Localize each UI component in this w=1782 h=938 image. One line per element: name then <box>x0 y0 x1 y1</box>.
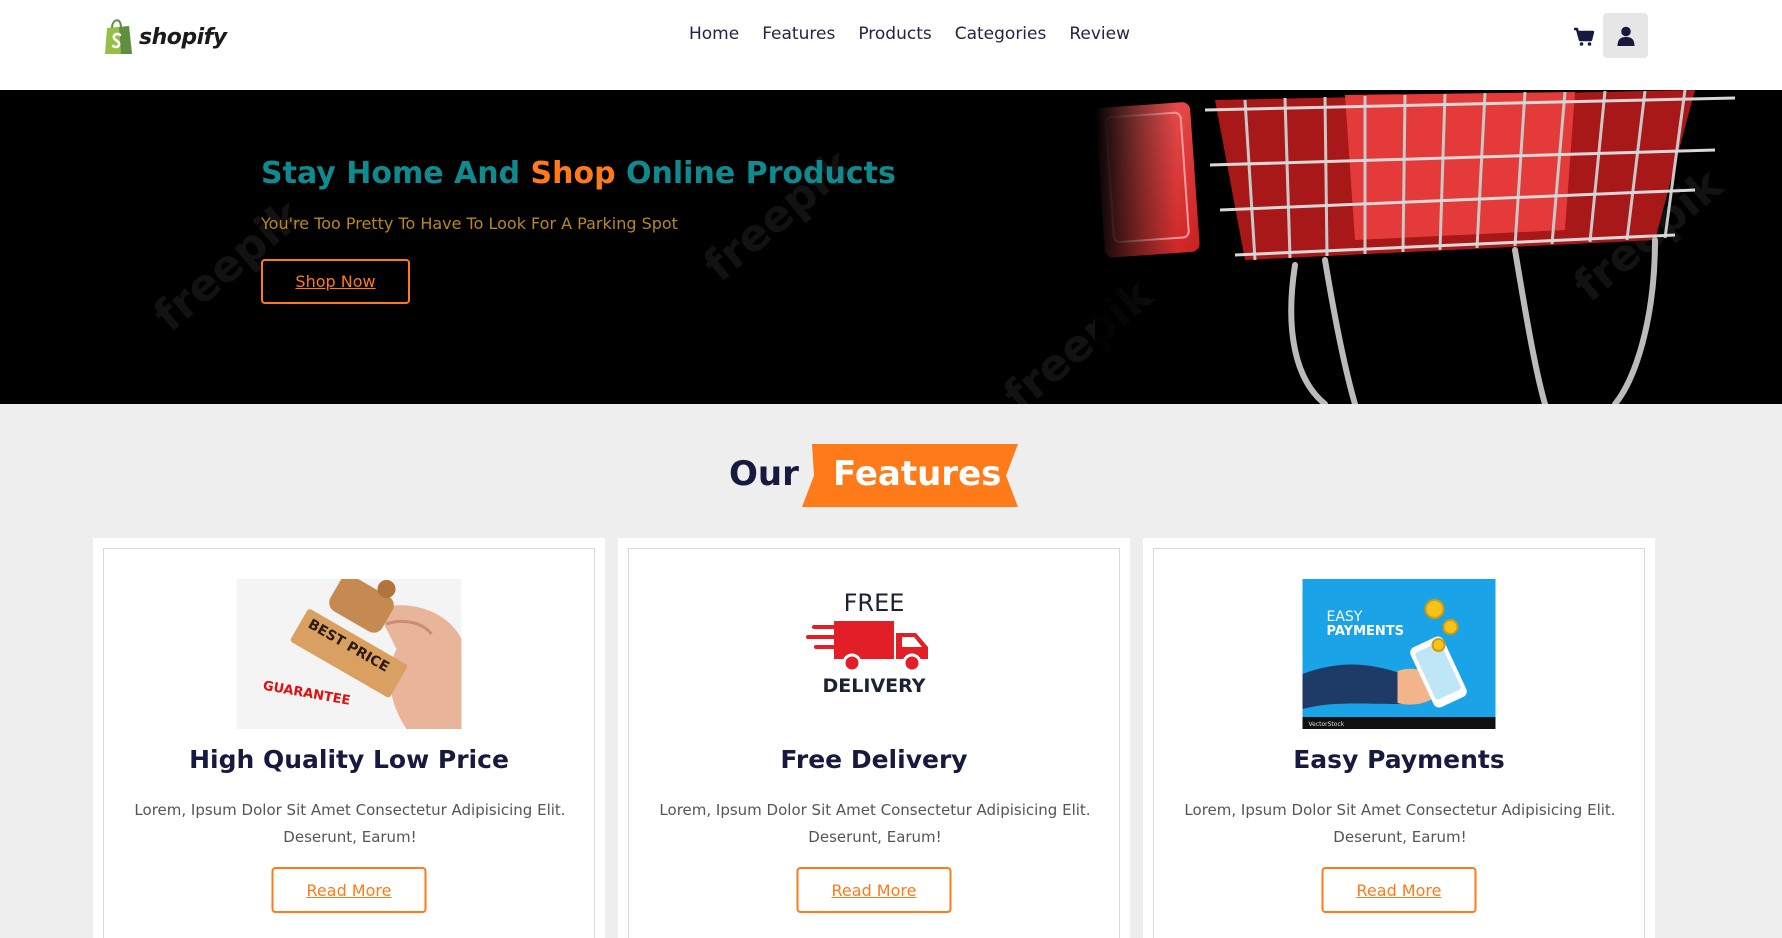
shopify-bag-icon <box>105 19 132 54</box>
vectorstock-label: VectorStock <box>1309 721 1345 728</box>
feature-card: FREE DELIVERY Free Delivery Lorem, Ipsum… <box>618 538 1130 938</box>
hero-banner: freepik freepik freepik freepik <box>0 90 1782 404</box>
user-icon <box>1617 26 1634 46</box>
cart-button[interactable] <box>1569 22 1599 52</box>
feature-card-inner: FREE DELIVERY Free Delivery Lorem, Ipsum… <box>628 548 1120 938</box>
cart-icon <box>1574 27 1595 46</box>
card-title: High Quality Low Price <box>189 745 509 774</box>
delivery-label: DELIVERY <box>823 675 926 697</box>
feature-card: VectorStock EASY PAYMENTS Easy Payments … <box>1143 538 1655 938</box>
hero-subtitle: You're Too Pretty To Have To Look For A … <box>261 214 678 233</box>
free-delivery-image: FREE DELIVERY <box>806 589 928 697</box>
heading-our: Our <box>729 454 799 494</box>
card-text: Lorem, Ipsum Dolor Sit Amet Consectetur … <box>659 801 1091 846</box>
user-button[interactable] <box>1603 13 1648 58</box>
nav-categories[interactable]: Categories <box>955 24 1047 44</box>
hero-title-part1: Stay Home And <box>261 156 531 191</box>
nav-home[interactable]: Home <box>689 24 739 44</box>
feature-card-inner: BEST PRICE GUARANTEE High Quality Low Pr… <box>103 548 595 938</box>
card-title: Easy Payments <box>1293 745 1505 774</box>
hero-title: Stay Home And Shop Online Products <box>261 156 896 191</box>
payments-label: PAYMENTS <box>1327 624 1405 639</box>
feature-card: BEST PRICE GUARANTEE High Quality Low Pr… <box>93 538 605 938</box>
nav-products[interactable]: Products <box>858 24 931 44</box>
card-text: Lorem, Ipsum Dolor Sit Amet Consectetur … <box>134 801 566 846</box>
nav-review[interactable]: Review <box>1069 24 1130 44</box>
hero-title-part2: Online Products <box>615 156 896 191</box>
logo-text: shopify <box>139 24 227 50</box>
heading-features: Features <box>833 454 1002 494</box>
easy-label: EASY <box>1327 609 1363 625</box>
read-more-button[interactable]: Read More <box>1321 867 1477 913</box>
free-label: FREE <box>844 589 905 617</box>
read-more-button[interactable]: Read More <box>271 867 427 913</box>
feature-card-inner: VectorStock EASY PAYMENTS Easy Payments … <box>1153 548 1645 938</box>
site-header: shopify Home Features Products Categorie… <box>0 0 1782 90</box>
card-text: Lorem, Ipsum Dolor Sit Amet Consectetur … <box>1184 801 1616 846</box>
read-more-button[interactable]: Read More <box>796 867 952 913</box>
logo[interactable]: shopify <box>103 18 227 56</box>
shopping-cart-photo <box>1095 90 1782 404</box>
main-nav: Home Features Products Categories Review <box>689 24 1130 44</box>
easy-payments-image: VectorStock EASY PAYMENTS <box>1302 579 1496 729</box>
best-price-image: BEST PRICE GUARANTEE <box>236 579 462 729</box>
nav-features[interactable]: Features <box>762 24 835 44</box>
shop-now-button[interactable]: Shop Now <box>261 259 410 304</box>
card-title: Free Delivery <box>780 745 968 774</box>
hero-title-accent: Shop <box>530 156 616 191</box>
features-heading: Our Features <box>0 444 1782 508</box>
